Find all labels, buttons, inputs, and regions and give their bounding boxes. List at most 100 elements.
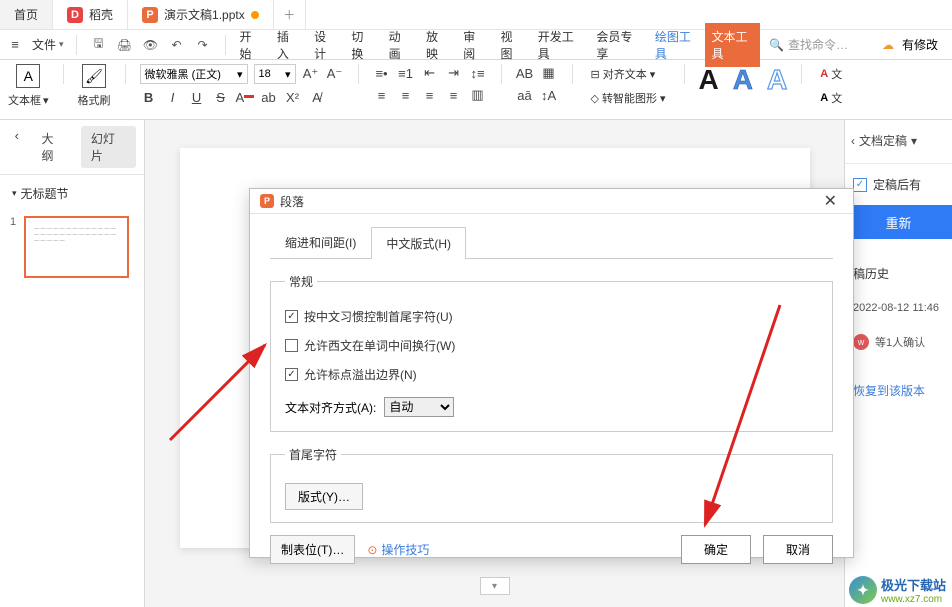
align-select[interactable]: 自动 <box>384 397 454 417</box>
dialog-tabs: 缩进和间距(I) 中文版式(H) <box>270 226 833 259</box>
format-painter-group[interactable]: 🖌 格式刷 <box>78 64 111 108</box>
wordart-a1[interactable]: A <box>699 64 719 96</box>
slides-tab[interactable]: 幻灯片 <box>81 126 136 168</box>
mtab-show[interactable]: 放映 <box>418 23 455 67</box>
underline-button[interactable]: U <box>188 88 206 106</box>
size-select[interactable]: 18▾ <box>254 64 296 84</box>
tab-docer[interactable]: D 稻壳 <box>53 0 128 29</box>
right-panel: ‹文档定稿▾ ✓ 定稿后有 重新 稿历史 2022-08-12 11:46 w … <box>844 120 952 607</box>
close-button[interactable]: ✕ <box>818 189 843 213</box>
mtab-vip[interactable]: 会员专享 <box>588 23 647 67</box>
cloud-icon[interactable]: ☁ <box>882 38 894 52</box>
modified-label: 有修改 <box>902 36 938 53</box>
format-button[interactable]: 版式(Y)… <box>285 483 363 510</box>
align-text-button[interactable]: ⊟对齐文本▾ <box>587 64 670 84</box>
linespace-icon[interactable]: ↕≡ <box>469 64 487 82</box>
textbox-group[interactable]: A 文本框▾ <box>8 64 49 108</box>
pager[interactable]: ▾ <box>480 577 510 595</box>
mtab-transition[interactable]: 切换 <box>343 23 380 67</box>
app-menu-icon[interactable]: ≡ <box>6 36 24 54</box>
dialog-icon: P <box>260 194 274 208</box>
mtab-insert[interactable]: 插入 <box>269 23 306 67</box>
arrow-annotation-left <box>165 330 285 450</box>
grow-font-icon[interactable]: A⁺ <box>302 65 320 83</box>
shrink-font-icon[interactable]: A⁻ <box>326 65 344 83</box>
file-menu[interactable]: 文件 ▾ <box>26 34 70 55</box>
char-spacing-icon[interactable]: aā <box>516 86 534 104</box>
regen-button[interactable]: 重新 <box>845 205 952 239</box>
print-icon[interactable]: 🖨 <box>117 37 133 53</box>
mtab-view[interactable]: 视图 <box>493 23 530 67</box>
bold-button[interactable]: B <box>140 88 158 106</box>
save-icon[interactable]: 🖫 <box>91 37 107 53</box>
align-left-icon[interactable]: ≡ <box>373 86 391 104</box>
indent-inc-icon[interactable]: ⇥ <box>445 64 463 82</box>
font-group: 微软雅黑 (正文)▾ 18▾ A⁺ A⁻ B I U S A ab X² A̸ <box>140 64 344 106</box>
text-fill-button[interactable]: A文 <box>816 64 846 84</box>
font-color-button[interactable]: A <box>236 88 254 106</box>
avatar: w <box>853 334 869 350</box>
bullets-icon[interactable]: ≡• <box>373 64 391 82</box>
mtab-animation[interactable]: 动画 <box>381 23 418 67</box>
watermark-logo-icon: ✦ <box>849 576 877 604</box>
search-box[interactable]: 🔍 查找命令… <box>762 33 872 56</box>
tab-home[interactable]: 首页 <box>0 0 53 29</box>
format-painter-label: 格式刷 <box>78 92 111 108</box>
indent-dec-icon[interactable]: ⇤ <box>421 64 439 82</box>
smart-shape-button[interactable]: ◇转智能图形▾ <box>587 88 670 108</box>
divider <box>76 35 77 55</box>
clear-format-button[interactable]: A̸ <box>308 88 326 106</box>
dtab-chinese[interactable]: 中文版式(H) <box>371 227 466 259</box>
docer-icon: D <box>67 7 83 23</box>
dtab-indent[interactable]: 缩进和间距(I) <box>270 226 371 258</box>
divider <box>125 64 126 84</box>
mtab-text-tools[interactable]: 文本工具 <box>705 23 760 67</box>
wordart-styles[interactable]: A A A <box>699 64 788 96</box>
text-fill-group: A文 A文 <box>816 64 846 108</box>
arrow-annotation-right <box>680 300 790 540</box>
search-placeholder: 查找命令… <box>788 36 848 53</box>
align-text-icon: ⊟ <box>591 68 600 81</box>
divider <box>684 64 685 84</box>
italic-button[interactable]: I <box>164 88 182 106</box>
mtab-drawing-tools[interactable]: 绘图工具 <box>647 23 706 67</box>
align-center-icon[interactable]: ≡ <box>397 86 415 104</box>
wordart-a3[interactable]: A <box>767 64 787 96</box>
textbox-icon: A <box>16 64 40 88</box>
ppt-icon: P <box>142 7 158 23</box>
align-justify-icon[interactable]: ≡ <box>445 86 463 104</box>
divider <box>63 64 64 84</box>
align-label: 文本对齐方式(A): <box>285 399 376 416</box>
numbering-icon[interactable]: ≡1 <box>397 64 415 82</box>
superscript-button[interactable]: X² <box>284 88 302 106</box>
rp-header[interactable]: ‹文档定稿▾ <box>845 128 952 153</box>
rp-after-finalize-check[interactable]: ✓ 定稿后有 <box>845 170 952 199</box>
file-menu-label: 文件 <box>32 36 56 53</box>
section-title[interactable]: 无标题节 <box>0 175 144 212</box>
columns-icon[interactable]: ▥ <box>469 86 487 104</box>
menu-tabs: 开始 插入 设计 切换 动画 放映 审阅 视图 开发工具 会员专享 绘图工具 文… <box>232 23 760 67</box>
mtab-design[interactable]: 设计 <box>306 23 343 67</box>
strike-button[interactable]: S <box>212 88 230 106</box>
char-direction-icon[interactable]: ↕A <box>540 86 558 104</box>
mtab-review[interactable]: 审阅 <box>455 23 492 67</box>
preview-icon[interactable]: 👁 <box>143 37 159 53</box>
collapse-icon[interactable]: ‹ <box>8 126 26 144</box>
undo-icon[interactable]: ↶ <box>169 37 185 53</box>
restore-link[interactable]: 恢复到该版本 <box>845 364 952 399</box>
text-outline-button[interactable]: A文 <box>816 88 846 108</box>
tip-link[interactable]: 操作技巧 <box>367 541 429 558</box>
dialog-title: 段落 <box>280 193 304 210</box>
slide-thumbnail[interactable]: — — — — — — — — — — — — — — — — — — — — … <box>24 216 129 278</box>
char-border-icon[interactable]: AB <box>516 64 534 82</box>
mtab-dev[interactable]: 开发工具 <box>530 23 589 67</box>
tab-stops-button[interactable]: 制表位(T)… <box>270 535 355 564</box>
redo-icon[interactable]: ↷ <box>195 37 211 53</box>
align-right-icon[interactable]: ≡ <box>421 86 439 104</box>
highlight-button[interactable]: ab <box>260 88 278 106</box>
wordart-a2[interactable]: A <box>733 64 753 96</box>
char-shading-icon[interactable]: ▦ <box>540 64 558 82</box>
mtab-start[interactable]: 开始 <box>232 23 269 67</box>
font-select[interactable]: 微软雅黑 (正文)▾ <box>140 64 248 84</box>
outline-tab[interactable]: 大纲 <box>32 126 75 168</box>
